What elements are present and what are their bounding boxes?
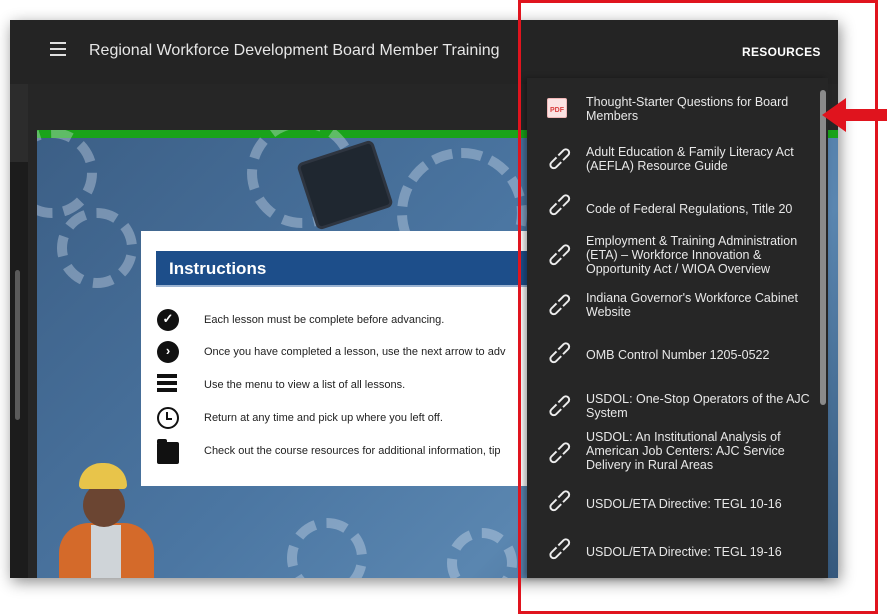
menu-bars-icon: [157, 374, 179, 396]
gear-graphic: [57, 208, 137, 288]
resource-label: Code of Federal Regulations, Title 20: [586, 202, 793, 216]
left-scrollbar[interactable]: [15, 270, 20, 420]
resource-item-ajc-rural[interactable]: ⊂⊃ USDOL: An Institutional Analysis of A…: [527, 430, 822, 478]
resource-label: Employment & Training Administration (ET…: [586, 234, 798, 276]
resource-item-aefla[interactable]: ⊂⊃ Adult Education & Family Literacy Act…: [527, 138, 822, 186]
resource-label: Thought-Starter Questions for Board Memb…: [586, 95, 789, 123]
top-bar: Regional Workforce Development Board Mem…: [10, 20, 838, 84]
resource-item-indiana-cabinet[interactable]: ⊂⊃ Indiana Governor's Workforce Cabinet …: [527, 284, 822, 332]
link-icon: ⊂⊃: [542, 237, 577, 272]
hamburger-menu-icon[interactable]: [50, 42, 70, 62]
gear-graphic: [287, 518, 367, 578]
gear-graphic: [37, 130, 97, 218]
link-icon: ⊂⊃: [542, 531, 577, 566]
instruction-item: Use the menu to view a list of all lesso…: [157, 374, 541, 398]
folder-icon: [157, 439, 179, 464]
resource-label: USDOL/ETA Directive: TEGL 19-16: [586, 545, 782, 559]
resource-item-thought-starter-pdf[interactable]: PDF Thought-Starter Questions for Board …: [527, 90, 822, 138]
resource-item-eta-wioa[interactable]: ⊂⊃ Employment & Training Administration …: [527, 232, 822, 280]
instruction-text: Use the menu to view a list of all lesso…: [204, 379, 406, 391]
instruction-item: Return at any time and pick up where you…: [157, 407, 541, 431]
resource-label: USDOL: An Institutional Analysis of Amer…: [586, 430, 785, 472]
link-icon: ⊂⊃: [542, 435, 577, 470]
instruction-text: Check out the course resources for addit…: [204, 445, 501, 457]
clock-icon: [157, 407, 179, 429]
link-icon: ⊂⊃: [542, 141, 577, 176]
link-icon: ⊂⊃: [542, 187, 577, 222]
resource-item-one-stop-operators[interactable]: ⊂⊃ USDOL: One-Stop Operators of the AJC …: [527, 383, 822, 431]
resource-label: USDOL: One-Stop Operators of the AJC Sys…: [586, 392, 810, 420]
screenshot-stage: { "topbar": { "title": "Regional Workfor…: [0, 0, 887, 616]
sidebar-edge: [10, 84, 28, 162]
gear-graphic: [447, 528, 517, 578]
link-icon: ⊂⊃: [542, 287, 577, 322]
resources-scrollbar[interactable]: [820, 90, 826, 405]
resource-label: USDOL/ETA Directive: TEGL 10-16: [586, 497, 782, 511]
link-icon: ⊂⊃: [542, 483, 577, 518]
instruction-item: ✓ Each lesson must be complete before ad…: [157, 309, 541, 333]
instruction-item: › Once you have completed a lesson, use …: [157, 341, 541, 365]
resource-label: Indiana Governor's Workforce Cabinet Web…: [586, 291, 798, 319]
instruction-text: Return at any time and pick up where you…: [204, 412, 443, 424]
instructions-title: Instructions: [169, 259, 267, 278]
instruction-text: Each lesson must be complete before adva…: [204, 314, 445, 326]
link-icon: ⊂⊃: [542, 388, 577, 423]
check-circle-icon: ✓: [157, 309, 179, 331]
instructions-header-rule: [156, 285, 541, 287]
resource-item-cfr-title-20[interactable]: ⊂⊃ Code of Federal Regulations, Title 20: [527, 186, 822, 234]
resources-button[interactable]: RESOURCES: [742, 45, 821, 59]
resource-label: Adult Education & Family Literacy Act (A…: [586, 145, 794, 173]
resource-label: OMB Control Number 1205-0522: [586, 348, 770, 362]
instruction-text: Once you have completed a lesson, use th…: [204, 346, 506, 358]
course-title: Regional Workforce Development Board Mem…: [89, 42, 500, 59]
next-arrow-circle-icon: ›: [157, 341, 179, 363]
pdf-icon: PDF: [547, 98, 567, 118]
resource-item-tegl-10-16[interactable]: ⊂⊃ USDOL/ETA Directive: TEGL 10-16: [527, 482, 822, 530]
resources-dropdown-panel: PDF Thought-Starter Questions for Board …: [527, 78, 828, 578]
instruction-item: Check out the course resources for addit…: [157, 439, 541, 464]
resource-item-tegl-19-16[interactable]: ⊂⊃ USDOL/ETA Directive: TEGL 19-16: [527, 530, 822, 578]
resource-item-omb-control[interactable]: ⊂⊃ OMB Control Number 1205-0522: [527, 334, 822, 382]
link-icon: ⊂⊃: [542, 335, 577, 370]
instructions-card: Instructions ✓ Each lesson must be compl…: [141, 231, 541, 486]
